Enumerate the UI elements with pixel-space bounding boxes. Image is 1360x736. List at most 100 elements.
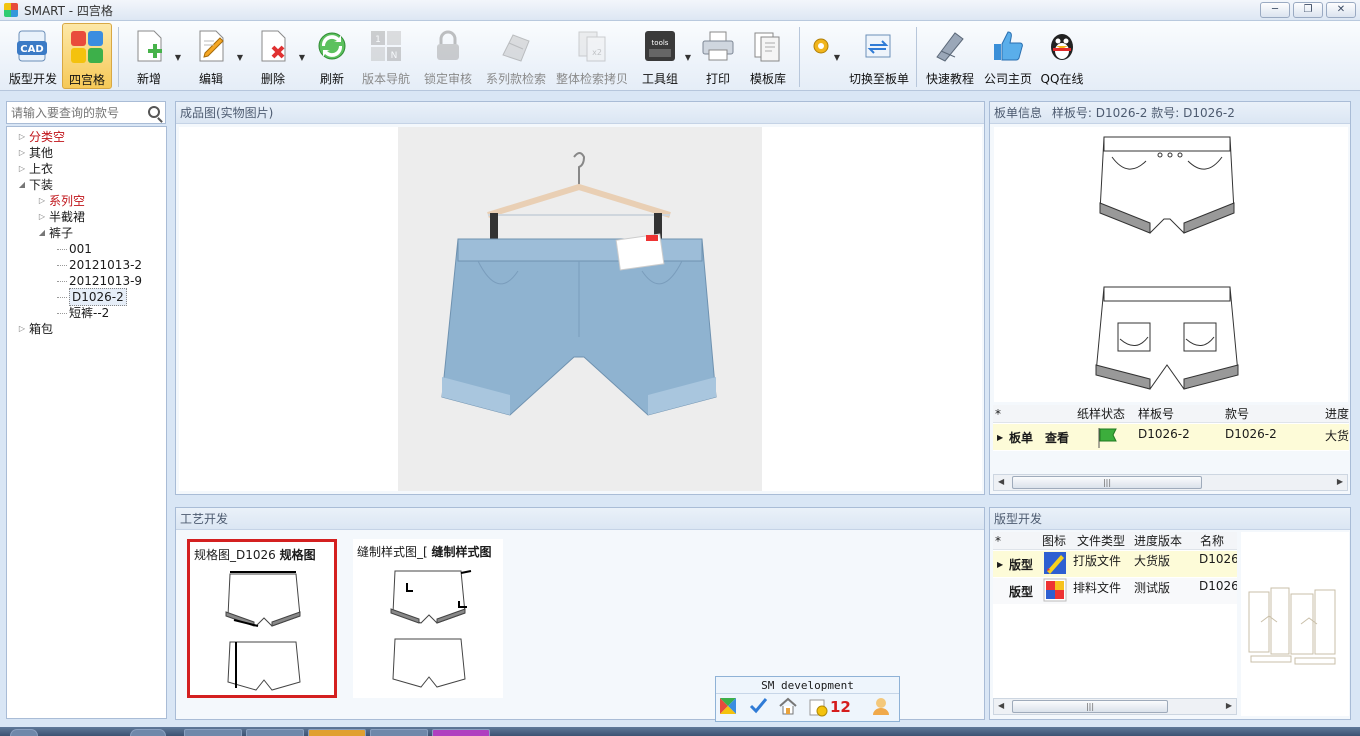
start-button[interactable] [10, 729, 38, 736]
sewing-style-card[interactable]: 缝制样式图_[ 缝制样式图 [353, 539, 503, 698]
copy-button[interactable]: x2 整体检索拷贝 [553, 23, 631, 89]
scroll-right-icon[interactable]: ▶ [1226, 701, 1232, 710]
toolbox-button[interactable]: tools 工具组 ▼ [635, 23, 691, 89]
check-icon[interactable] [748, 696, 768, 719]
search-input[interactable] [11, 105, 141, 120]
tree-item[interactable]: ▷ 其他 [7, 145, 166, 161]
chevron-down-icon[interactable]: ▼ [834, 53, 840, 62]
switch-to-sample-button[interactable]: 切换至板单 [846, 23, 912, 89]
lock-review-button[interactable]: 锁定审核 [417, 23, 479, 89]
delete-button[interactable]: 删除 ▼ [247, 23, 305, 89]
table-row[interactable]: ▶ 版型 打版文件 大货版 D1026-2 [993, 551, 1237, 577]
taskbar-app[interactable] [370, 729, 428, 736]
expand-toggle-icon[interactable]: ▷ [17, 129, 27, 145]
chevron-down-icon[interactable]: ▼ [175, 53, 181, 62]
tree-item[interactable]: ▷ 上衣 [7, 161, 166, 177]
search-icon[interactable] [148, 106, 160, 118]
refresh-button[interactable]: 刷新 [309, 23, 355, 89]
tree-item[interactable]: 20121013-2 [7, 257, 166, 273]
tutorial-button[interactable]: 快速教程 [921, 23, 979, 89]
print-button[interactable]: 打印 [695, 23, 741, 89]
user-icon[interactable] [871, 696, 891, 719]
tree-item[interactable]: ▷ 箱包 [7, 321, 166, 337]
tree-item[interactable]: 短裤--2 [7, 305, 166, 321]
expand-toggle-icon[interactable]: ▷ [37, 193, 47, 209]
photo-canvas [179, 127, 982, 491]
series-search-button[interactable]: 系列款检索 [479, 23, 553, 89]
expand-toggle-icon[interactable]: ▷ [17, 321, 27, 337]
window-title: SMART - 四宫格 [24, 3, 113, 18]
qq-icon [1043, 27, 1081, 65]
panel-title: 版型开发 [990, 508, 1350, 530]
expand-toggle-icon[interactable]: ▷ [37, 209, 47, 225]
scroll-thumb[interactable]: ||| [1012, 700, 1168, 713]
maximize-button[interactable]: ❐ [1293, 2, 1323, 18]
flat-sketch [994, 127, 1348, 402]
taskbar-app[interactable] [130, 729, 166, 736]
panel-title: 成品图(实物图片) [176, 102, 984, 124]
expand-toggle-icon[interactable]: ▷ [17, 161, 27, 177]
toolbar-separator [118, 27, 119, 87]
tree-item[interactable]: 001 [7, 241, 166, 257]
version-nav-button[interactable]: 1N 版本导航 [355, 23, 417, 89]
taskbar-app[interactable] [184, 729, 242, 736]
new-button[interactable]: 新增 ▼ [123, 23, 181, 89]
scroll-right-icon[interactable]: ▶ [1337, 477, 1343, 486]
expand-toggle-icon[interactable]: ◢ [17, 177, 27, 193]
main-toolbar: CAD 版型开发 四宫格 新增 ▼ 编辑 ▼ 删除 ▼ 刷新 1 N 版本导航 … [0, 21, 1360, 91]
scroll-left-icon[interactable]: ◀ [998, 477, 1004, 486]
chevron-down-icon[interactable]: ▼ [299, 53, 305, 62]
tree-item-label: 短裤--2 [69, 306, 110, 320]
taskbar-app[interactable] [246, 729, 304, 736]
view-link[interactable]: 查看 [1045, 429, 1069, 446]
version-nav-icon: 1N [367, 27, 405, 65]
pattern-dev-button[interactable]: CAD 版型开发 [4, 23, 62, 89]
minimize-button[interactable]: ─ [1260, 2, 1290, 18]
copy-icon: x2 [573, 27, 611, 65]
close-button[interactable]: ✕ [1326, 2, 1356, 18]
scroll-thumb[interactable]: ||| [1012, 476, 1202, 489]
home-icon[interactable] [778, 696, 798, 719]
app-logo-icon[interactable] [718, 696, 738, 719]
chevron-down-icon[interactable]: ▼ [685, 53, 691, 62]
taskbar-app[interactable] [432, 729, 490, 736]
sample-number-label: 样板号: D1026-2 款号: D1026-2 [1051, 106, 1235, 120]
scroll-left-icon[interactable]: ◀ [998, 701, 1004, 710]
tree-item[interactable]: ◢ 裤子 [7, 225, 166, 241]
tree-connector [57, 264, 67, 266]
expand-toggle-icon[interactable]: ◢ [37, 225, 47, 241]
edit-button[interactable]: 编辑 ▼ [185, 23, 243, 89]
note-clock-icon [809, 699, 828, 717]
cad-icon: CAD [14, 27, 52, 65]
horizontal-scrollbar[interactable]: ◀ ||| ▶ [993, 474, 1348, 491]
tree-item-label: 001 [69, 242, 92, 256]
settings-button[interactable]: ▼ [804, 23, 840, 89]
table-row[interactable]: 版型 排料文件 测试版 D1026-2 [993, 578, 1237, 604]
company-home-button[interactable]: 公司主页 [979, 23, 1037, 89]
tree-item[interactable]: ◢ 下装 [7, 177, 166, 193]
expand-toggle-icon[interactable]: ▷ [17, 145, 27, 161]
tree-item[interactable]: ▷ 系列空 [7, 193, 166, 209]
window-controls: ─ ❐ ✕ [1260, 2, 1356, 18]
template-button[interactable]: 模板库 [741, 23, 795, 89]
table-row[interactable]: ▶ 板单 查看 D1026-2 D1026-2 大货 [993, 424, 1349, 450]
svg-text:1: 1 [375, 35, 381, 45]
chevron-down-icon[interactable]: ▼ [237, 53, 243, 62]
tree-item[interactable]: ▷ 分类空 [7, 129, 166, 145]
tree-item-label: 裤子 [49, 226, 74, 240]
four-grid-button[interactable]: 四宫格 [62, 23, 112, 89]
reminder-counter[interactable]: 12 [808, 697, 851, 717]
taskbar-app[interactable] [308, 729, 366, 736]
thumbs-up-icon [989, 27, 1027, 65]
horizontal-scrollbar[interactable]: ◀ ||| ▶ [993, 698, 1237, 715]
spec-drawing-card[interactable]: 规格图_D1026 规格图 [187, 539, 337, 698]
card-name: 规格图 [279, 548, 316, 562]
tree-connector [57, 312, 67, 314]
tree-item[interactable]: D1026-2 [7, 288, 166, 306]
svg-text:x2: x2 [592, 48, 602, 57]
category-tree: ▷ 分类空 ▷ 其他 ▷ 上衣 ◢ 下装 ▷ 系列空 ▷ 半截裙 ◢ 裤子 001 20121013-2 201… [6, 126, 167, 719]
new-doc-icon [130, 27, 168, 65]
qq-online-button[interactable]: QQ在线 [1037, 23, 1087, 89]
tree-item[interactable]: ▷ 半截裙 [7, 209, 166, 225]
tree-item[interactable]: 20121013-9 [7, 273, 166, 289]
